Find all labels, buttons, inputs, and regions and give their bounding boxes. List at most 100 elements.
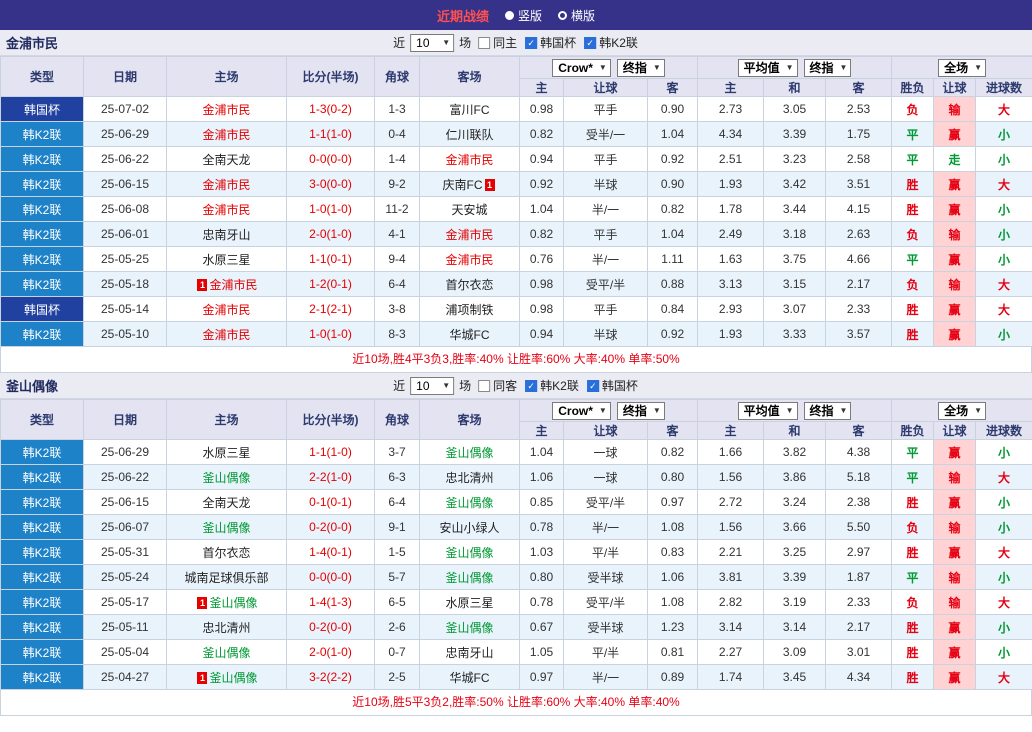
corner-score: 1-5 [375, 540, 420, 565]
team-name-text: 水原三星 [202, 446, 250, 460]
league-filter-checkbox-label: 韩国杯 [540, 34, 576, 51]
home-odds: 0.82 [520, 122, 564, 147]
team-name-text: 城南足球俱乐部 [184, 571, 268, 585]
result-win-draw-loss: 胜 [892, 197, 934, 222]
layout-radio-vertical[interactable]: 竖版 [505, 7, 542, 24]
match-row: 韩K2联25-06-29金浦市民1-1(1-0)0-4仁川联队0.82受半/一1… [1, 122, 1032, 147]
header-away: 客场 [420, 57, 520, 97]
team-name-text: 釜山偶像 [445, 546, 493, 560]
match-count-select[interactable]: 10▼ [410, 34, 454, 52]
match-score: 1-1(0-1) [287, 247, 375, 272]
home-odds: 0.67 [520, 615, 564, 640]
avg-home: 2.72 [698, 490, 764, 515]
team-name-text: 金浦市民 [202, 303, 250, 317]
red-card-badge: 1 [197, 279, 207, 291]
match-score: 2-1(2-1) [287, 297, 375, 322]
league-filter-checkbox[interactable]: ✓韩K2联 [584, 34, 638, 51]
avg-home: 1.74 [698, 665, 764, 690]
header-date: 日期 [84, 400, 167, 440]
away-team: 忠北清州 [420, 465, 520, 490]
match-score: 0-0(0-0) [287, 565, 375, 590]
red-card-badge: 1 [197, 672, 207, 684]
home-team: 水原三星 [167, 247, 287, 272]
subheader: 进球数 [976, 422, 1032, 440]
team-name-text: 金浦市民 [202, 103, 250, 117]
header-score: 比分(半场) [287, 400, 375, 440]
match-score: 1-1(1-0) [287, 122, 375, 147]
avg-stage-select[interactable]: 终指▼ [804, 59, 852, 77]
league-filter-checkbox[interactable]: ✓韩K2联 [525, 377, 579, 394]
away-team: 忠南牙山 [420, 640, 520, 665]
avg-draw: 3.05 [764, 97, 826, 122]
header-away: 客场 [420, 400, 520, 440]
bookmaker-select[interactable]: Crow*▼ [552, 402, 611, 420]
avg-draw: 3.33 [764, 322, 826, 347]
scope-select[interactable]: 全场▼ [938, 402, 986, 420]
team-name-text: 金浦市民 [202, 178, 250, 192]
result-group-header: 全场▼ [892, 57, 1032, 79]
team-name-text: 釜山偶像 [202, 521, 250, 535]
checkbox-unchecked-icon [478, 37, 490, 49]
match-score: 1-0(1-0) [287, 322, 375, 347]
average-select[interactable]: 平均值▼ [738, 59, 798, 77]
result-win-draw-loss: 胜 [892, 615, 934, 640]
avg-home: 4.34 [698, 122, 764, 147]
away-team: 釜山偶像 [420, 615, 520, 640]
home-odds: 0.97 [520, 665, 564, 690]
corner-score: 0-7 [375, 640, 420, 665]
red-card-badge: 1 [197, 597, 207, 609]
bookmaker-select[interactable]: Crow*▼ [552, 59, 611, 77]
radio-horizontal-label: 横版 [571, 7, 595, 24]
match-date: 25-06-29 [84, 440, 167, 465]
league-filter-checkbox[interactable]: ✓韩国杯 [587, 377, 638, 394]
avg-draw: 3.44 [764, 197, 826, 222]
team-name-text: 首尔衣恋 [445, 278, 493, 292]
home-odds: 1.05 [520, 640, 564, 665]
scope-select[interactable]: 全场▼ [938, 59, 986, 77]
league-type: 韩K2联 [1, 615, 84, 640]
away-team: 釜山偶像 [420, 540, 520, 565]
handicap: 受半/一 [564, 122, 648, 147]
match-count-select[interactable]: 10▼ [410, 377, 454, 395]
team-name-text: 釜山偶像 [445, 446, 493, 460]
match-date: 25-04-27 [84, 665, 167, 690]
odds-stage-select[interactable]: 终指▼ [617, 402, 665, 420]
result-goals: 大 [976, 540, 1032, 565]
avg-stage-select[interactable]: 终指▼ [804, 402, 852, 420]
result-win-draw-loss: 胜 [892, 172, 934, 197]
odds-stage-select-value: 终指 [623, 59, 647, 76]
average-select-value: 平均值 [744, 59, 780, 76]
avg-away: 4.38 [826, 440, 892, 465]
away-team: 金浦市民 [420, 222, 520, 247]
league-filter-checkbox[interactable]: ✓韩国杯 [525, 34, 576, 51]
team-name-text: 金浦市民 [445, 253, 493, 267]
checkbox-checked-icon: ✓ [587, 380, 599, 392]
result-win-draw-loss: 胜 [892, 640, 934, 665]
result-handicap: 赢 [934, 197, 976, 222]
same-venue-checkbox[interactable]: 同主 [478, 34, 517, 51]
match-row: 韩K2联25-06-29水原三星1-1(1-0)3-7釜山偶像1.04一球0.8… [1, 440, 1032, 465]
dropdown-arrow-icon: ▼ [442, 382, 450, 390]
avg-away: 2.33 [826, 590, 892, 615]
team-name-text: 全南天龙 [202, 153, 250, 167]
match-date: 25-05-04 [84, 640, 167, 665]
avg-home: 2.73 [698, 97, 764, 122]
result-handicap: 输 [934, 465, 976, 490]
odds-stage-select[interactable]: 终指▼ [617, 59, 665, 77]
avg-draw: 3.09 [764, 640, 826, 665]
radio-selected-icon [505, 11, 514, 20]
checkbox-unchecked-icon [478, 380, 490, 392]
match-score: 0-2(0-0) [287, 615, 375, 640]
same-venue-checkbox[interactable]: 同客 [478, 377, 517, 394]
home-team: 1金浦市民 [167, 272, 287, 297]
team-name-text: 釜山偶像 [202, 646, 250, 660]
section-header: 釜山偶像近10▼场同客✓韩K2联✓韩国杯 [0, 373, 1032, 399]
league-type: 韩K2联 [1, 172, 84, 197]
away-team: 釜山偶像 [420, 490, 520, 515]
header-type: 类型 [1, 400, 84, 440]
home-odds: 0.82 [520, 222, 564, 247]
result-goals: 大 [976, 172, 1032, 197]
average-select[interactable]: 平均值▼ [738, 402, 798, 420]
team-name-text: 金浦市民 [445, 153, 493, 167]
layout-radio-horizontal[interactable]: 横版 [558, 7, 595, 24]
